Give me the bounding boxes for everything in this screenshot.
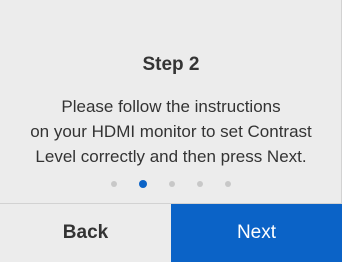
instruction-text: Please follow the instructions on your H… <box>30 97 312 166</box>
next-button[interactable]: Next <box>171 204 342 262</box>
step-dot-2 <box>139 180 147 188</box>
step-dot-3 <box>169 181 175 187</box>
step-indicator <box>0 179 342 189</box>
step-title: Step 2 <box>142 54 200 75</box>
dialog-content: Step 2 Please follow the instructions on… <box>0 0 342 203</box>
step-dot-5 <box>225 181 231 187</box>
setup-wizard-frame: Step 2 Please follow the instructions on… <box>0 0 345 262</box>
dialog-footer: Back Next <box>0 204 342 262</box>
back-button[interactable]: Back <box>0 204 171 262</box>
step-dot-4 <box>197 181 203 187</box>
step-dot-1 <box>111 181 117 187</box>
setup-dialog: Step 2 Please follow the instructions on… <box>0 0 342 262</box>
